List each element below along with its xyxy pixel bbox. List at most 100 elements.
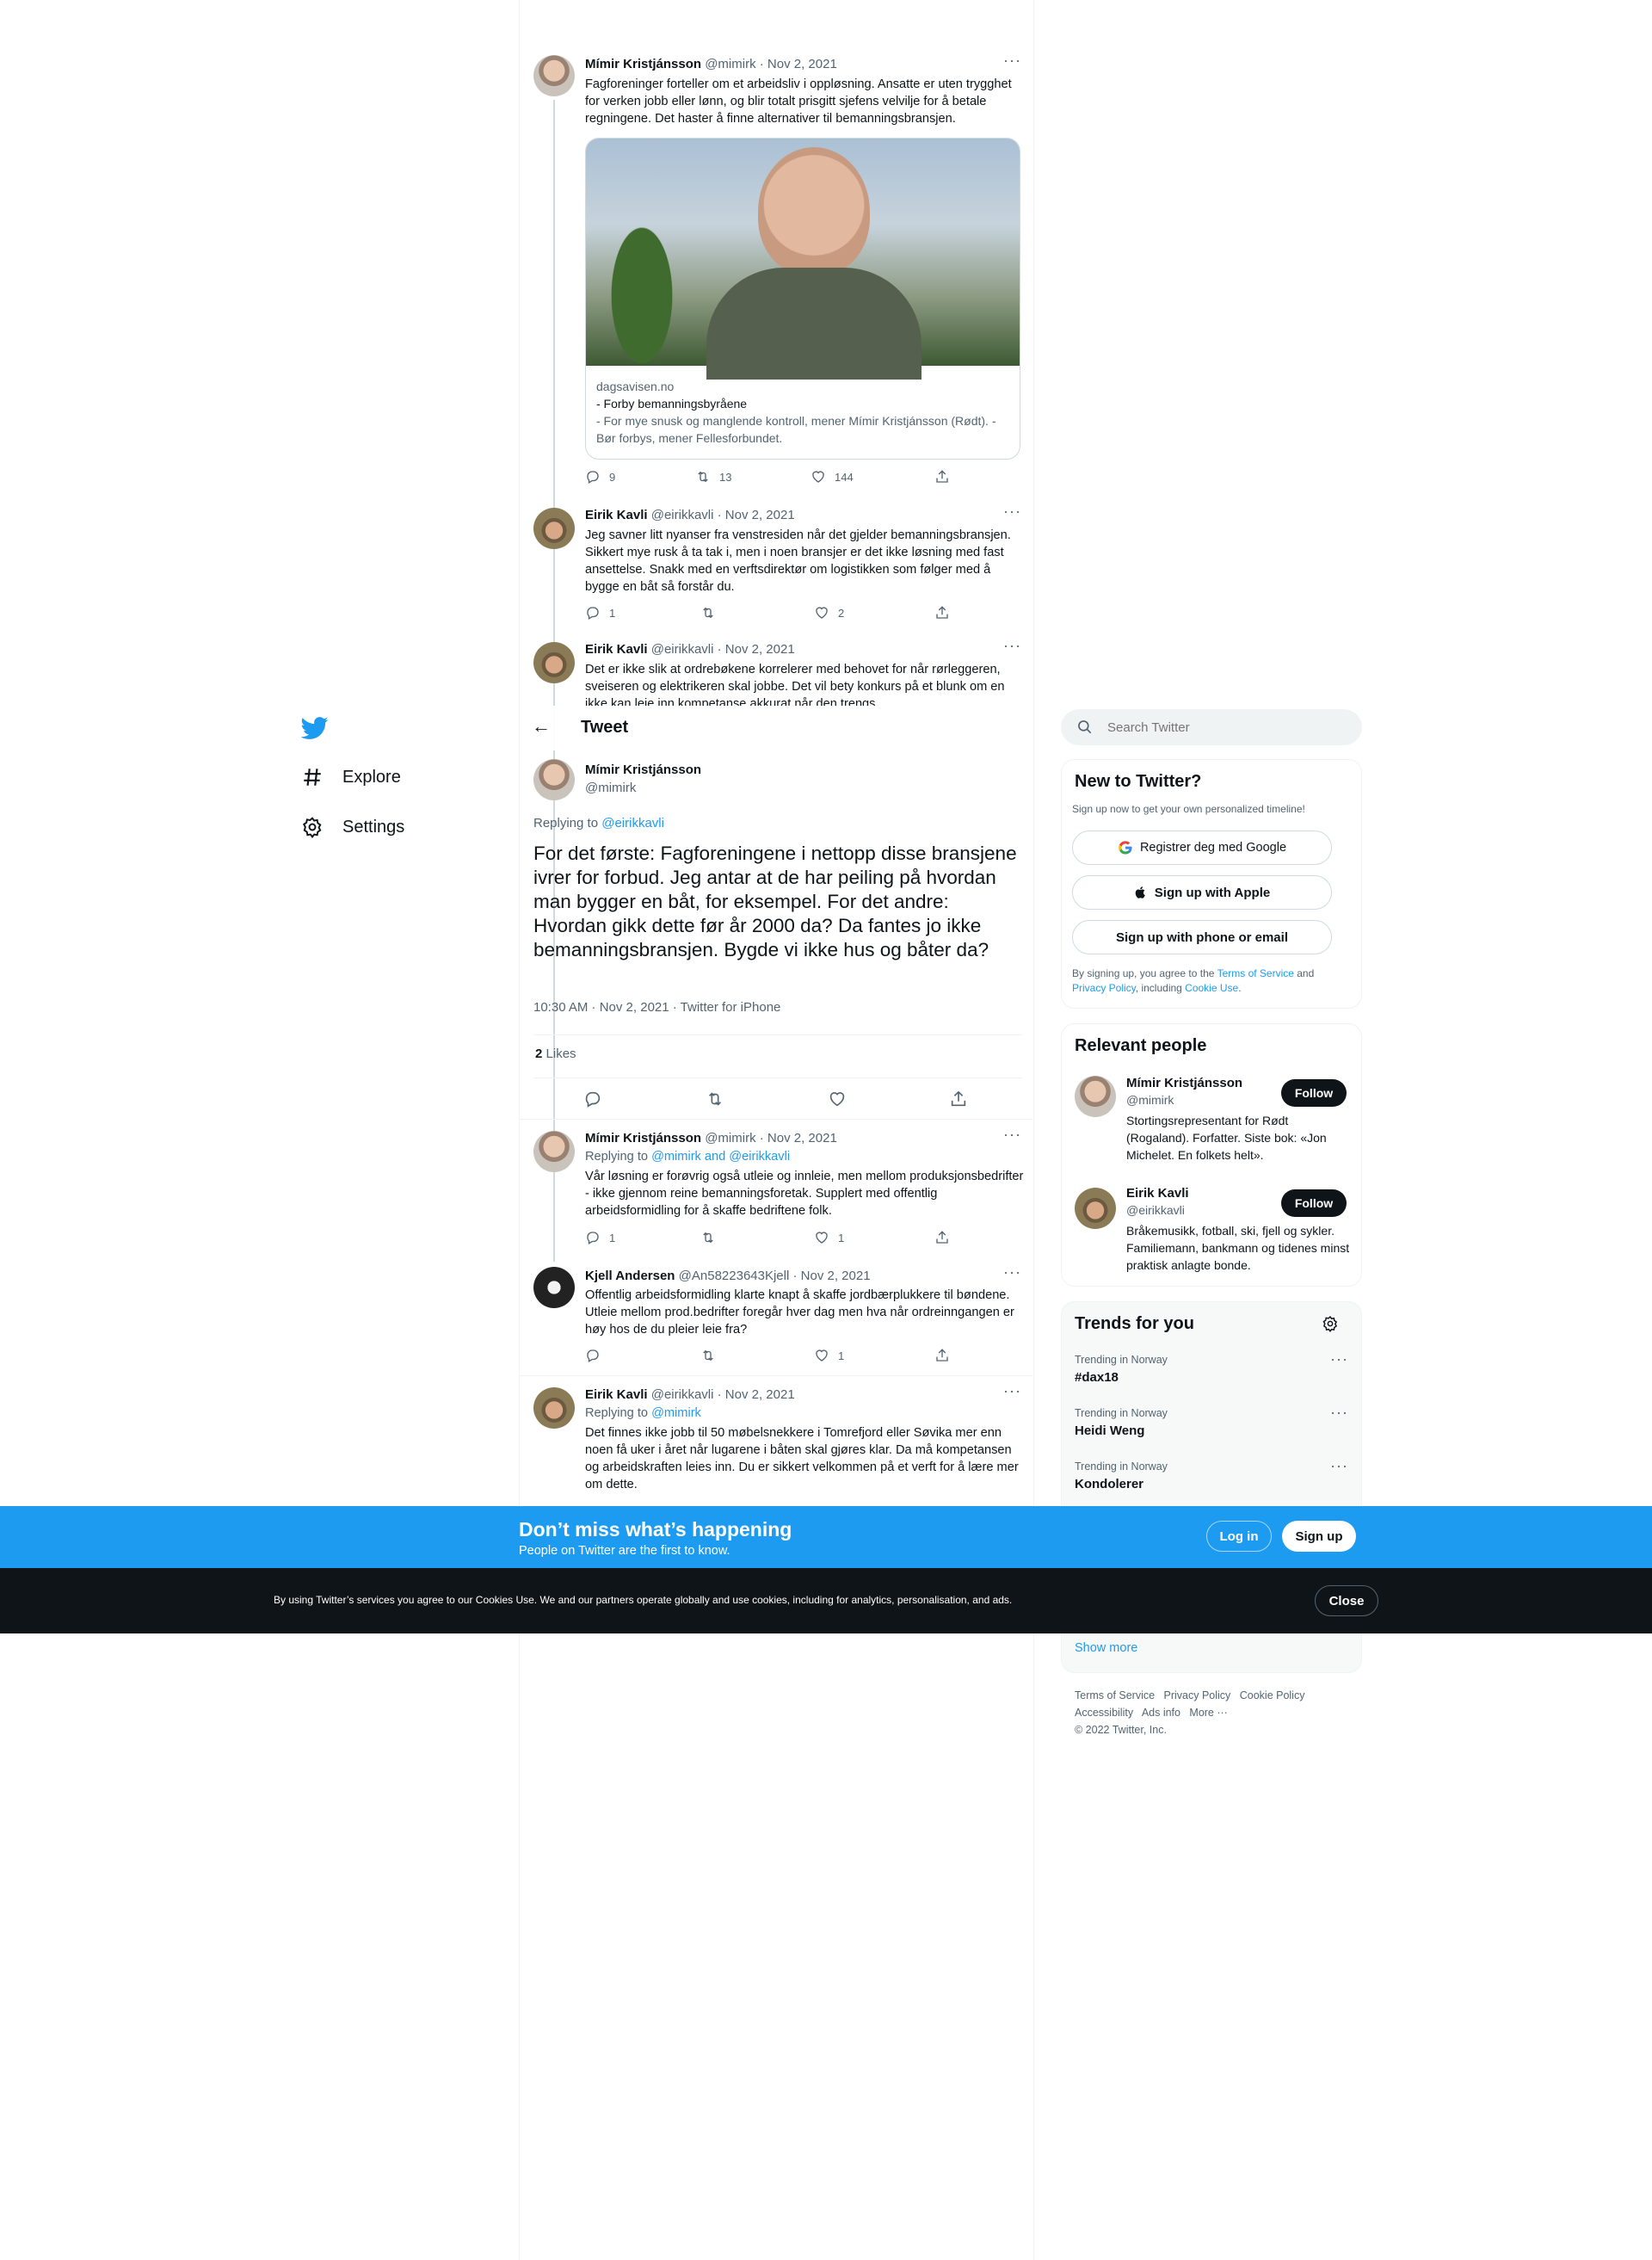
tweet-text: Det finnes ikke jobb til 50 møbelsnekker…	[585, 1426, 1019, 1491]
reply-button[interactable]: 9	[585, 469, 615, 485]
replying-to-link[interactable]: @mimirk and @eirikkavli	[651, 1150, 790, 1164]
like-button[interactable]: 2	[814, 605, 844, 621]
more-options-icon[interactable]: ···	[1330, 1457, 1348, 1475]
apple-icon	[1135, 886, 1145, 898]
trend-name[interactable]: Heidi Weng	[1075, 1423, 1144, 1438]
reply-button[interactable]	[585, 1348, 601, 1363]
heart-icon	[812, 471, 824, 483]
footer-more-link[interactable]: More ···	[1189, 1707, 1227, 1719]
more-options-icon[interactable]: ···	[1003, 1263, 1021, 1281]
author-name[interactable]: Mímir Kristjánsson	[585, 1131, 701, 1145]
login-button[interactable]: Log in	[1206, 1521, 1272, 1552]
search-box[interactable]	[1061, 709, 1362, 745]
terms-text: , including	[1135, 982, 1186, 994]
footer-link[interactable]: Privacy Policy	[1164, 1689, 1231, 1701]
back-arrow-icon[interactable]: ←	[532, 715, 551, 738]
author-name[interactable]: Eirik Kavli	[585, 1387, 648, 1402]
share-button[interactable]	[934, 1348, 950, 1363]
apple-signup-button[interactable]: Sign up with Apple	[1072, 875, 1332, 910]
more-options-icon[interactable]: ···	[1003, 637, 1021, 655]
terms-link[interactable]: Terms of Service	[1217, 967, 1294, 979]
share-button[interactable]	[949, 1090, 968, 1108]
person-name[interactable]: Mímir Kristjánsson	[1126, 1076, 1242, 1090]
author-name[interactable]: Mímir Kristjánsson	[585, 57, 701, 71]
like-button[interactable]: 144	[811, 469, 854, 485]
retweet-button[interactable]: 13	[695, 469, 731, 485]
follow-button[interactable]: Follow	[1281, 1079, 1347, 1107]
avatar[interactable]	[533, 1131, 575, 1172]
author-name[interactable]: Eirik Kavli	[585, 508, 648, 522]
avatar[interactable]	[1075, 1076, 1116, 1117]
twitter-logo-icon[interactable]	[300, 714, 329, 742]
author-name[interactable]: Mímir Kristjánsson	[585, 763, 701, 777]
tweet-text: Fagforeninger forteller om et arbeidsliv…	[585, 77, 1012, 126]
trend-name[interactable]: Kondolerer	[1075, 1477, 1143, 1491]
footer-link[interactable]: Cookie Policy	[1240, 1689, 1305, 1701]
like-button[interactable]: 1	[814, 1230, 844, 1245]
cookie-close-button[interactable]: Close	[1315, 1585, 1378, 1616]
avatar[interactable]	[533, 1387, 575, 1429]
avatar[interactable]	[533, 759, 575, 800]
retweet-button[interactable]	[700, 1230, 716, 1245]
search-input[interactable]	[1107, 719, 1331, 735]
reply-button[interactable]: 1	[585, 605, 615, 621]
like-count: 144	[835, 470, 854, 484]
likes-label: Likes	[546, 1047, 576, 1061]
avatar[interactable]	[533, 55, 575, 96]
trend-name[interactable]: #dax18	[1075, 1370, 1119, 1385]
author-name[interactable]: Kjell Andersen	[585, 1269, 675, 1283]
retweet-button[interactable]	[706, 1090, 724, 1108]
retweet-button[interactable]	[700, 605, 716, 621]
footer-link[interactable]: Ads info	[1142, 1707, 1180, 1719]
email-signup-button[interactable]: Sign up with phone or email	[1072, 920, 1332, 954]
like-count: 1	[838, 1231, 845, 1244]
google-signup-button[interactable]: Registrer deg med Google	[1072, 831, 1332, 865]
share-icon	[951, 1090, 966, 1107]
signup-terms: By signing up, you agree to the Terms of…	[1072, 966, 1347, 996]
share-icon	[936, 470, 948, 483]
reply-button[interactable]: 1	[585, 1230, 615, 1245]
divider	[520, 1119, 1032, 1120]
cookie-use-link[interactable]: Cookie Use	[1185, 982, 1238, 994]
likes-summary[interactable]: 2 Likes	[535, 1047, 576, 1061]
retweet-icon	[703, 1232, 713, 1244]
gear-icon[interactable]	[1322, 1315, 1339, 1332]
signup-button[interactable]: Sign up	[1282, 1521, 1356, 1552]
person-handle: @mimirk	[1126, 1093, 1174, 1107]
replying-prefix: Replying to	[585, 1150, 652, 1164]
link-card[interactable]: dagsavisen.no - Forby bemanningsbyråene …	[585, 138, 1020, 460]
divider	[533, 1034, 1022, 1035]
replying-to-link[interactable]: @eirikkavli	[601, 816, 664, 831]
share-button[interactable]	[934, 1230, 950, 1245]
terms-text: .	[1238, 982, 1242, 994]
share-button[interactable]	[934, 605, 950, 621]
reply-button[interactable]	[583, 1090, 602, 1108]
tweet-timestamp[interactable]: 10:30 AM · Nov 2, 2021 · Twitter for iPh…	[533, 1000, 780, 1015]
share-icon	[936, 606, 948, 619]
person-name[interactable]: Eirik Kavli	[1126, 1186, 1189, 1201]
privacy-link[interactable]: Privacy Policy	[1072, 982, 1136, 994]
more-options-icon[interactable]: ···	[1003, 1382, 1021, 1400]
share-button[interactable]	[934, 469, 950, 485]
like-button[interactable]	[828, 1090, 847, 1108]
more-options-icon[interactable]: ···	[1003, 52, 1021, 70]
follow-button[interactable]: Follow	[1281, 1189, 1347, 1217]
more-options-icon[interactable]: ···	[1003, 1126, 1021, 1144]
show-more-link[interactable]: Show more	[1075, 1641, 1137, 1655]
author-name[interactable]: Eirik Kavli	[585, 642, 648, 657]
retweet-button[interactable]	[700, 1348, 716, 1363]
footer-link[interactable]: Accessibility	[1075, 1707, 1133, 1719]
more-options-icon[interactable]: ···	[1330, 1350, 1348, 1368]
nav-settings[interactable]: Settings	[301, 816, 404, 838]
nav-explore[interactable]: Explore	[301, 766, 401, 788]
avatar[interactable]	[1075, 1188, 1116, 1229]
avatar[interactable]	[533, 508, 575, 549]
avatar[interactable]	[533, 642, 575, 683]
more-options-icon[interactable]: ···	[1003, 503, 1021, 521]
footer-link[interactable]: Terms of Service	[1075, 1689, 1155, 1701]
replying-to-link[interactable]: @mimirk	[651, 1406, 701, 1420]
trends-title: Trends for you	[1075, 1314, 1194, 1333]
more-options-icon[interactable]: ···	[1330, 1404, 1348, 1422]
like-button[interactable]: 1	[814, 1348, 844, 1363]
avatar[interactable]	[533, 1267, 575, 1308]
